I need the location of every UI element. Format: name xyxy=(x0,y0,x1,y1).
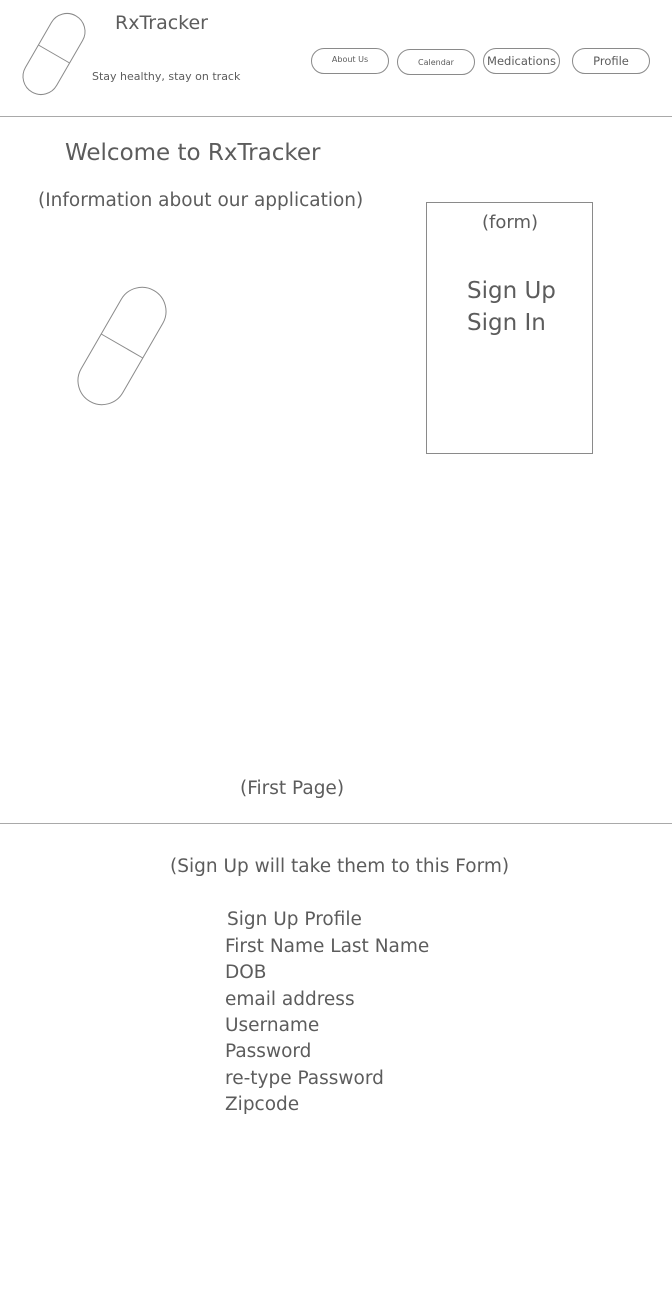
nav-medications-button[interactable]: Medications xyxy=(483,48,560,74)
section-divider xyxy=(0,823,672,824)
field-username[interactable]: Username xyxy=(225,1015,319,1036)
welcome-title: Welcome to RxTracker xyxy=(65,140,321,166)
signup-note: (Sign Up will take them to this Form) xyxy=(170,856,510,877)
nav-about-us-button[interactable]: About Us xyxy=(311,48,389,74)
app-tagline: Stay healthy, stay on track xyxy=(92,70,241,83)
field-email[interactable]: email address xyxy=(225,989,355,1010)
field-dob[interactable]: DOB xyxy=(225,962,267,983)
app-name: RxTracker xyxy=(115,12,208,34)
app-info-text: (Information about our application) xyxy=(38,190,364,211)
nav-calendar-button[interactable]: Calendar xyxy=(397,49,475,75)
pill-logo-icon xyxy=(22,12,86,96)
nav-profile-button[interactable]: Profile xyxy=(572,48,650,74)
header-divider xyxy=(0,116,672,117)
pill-illustration-icon xyxy=(77,286,167,406)
sign-in-link[interactable]: Sign In xyxy=(467,310,546,336)
sign-up-link[interactable]: Sign Up xyxy=(467,278,556,304)
signup-profile-title: Sign Up Profile xyxy=(227,909,362,930)
field-password[interactable]: Password xyxy=(225,1041,311,1062)
field-retype-password[interactable]: re-type Password xyxy=(225,1068,384,1089)
field-full-name[interactable]: First Name Last Name xyxy=(225,936,429,957)
field-zipcode[interactable]: Zipcode xyxy=(225,1094,299,1115)
first-page-caption: (First Page) xyxy=(240,778,345,799)
form-placeholder-label: (form) xyxy=(482,212,539,233)
